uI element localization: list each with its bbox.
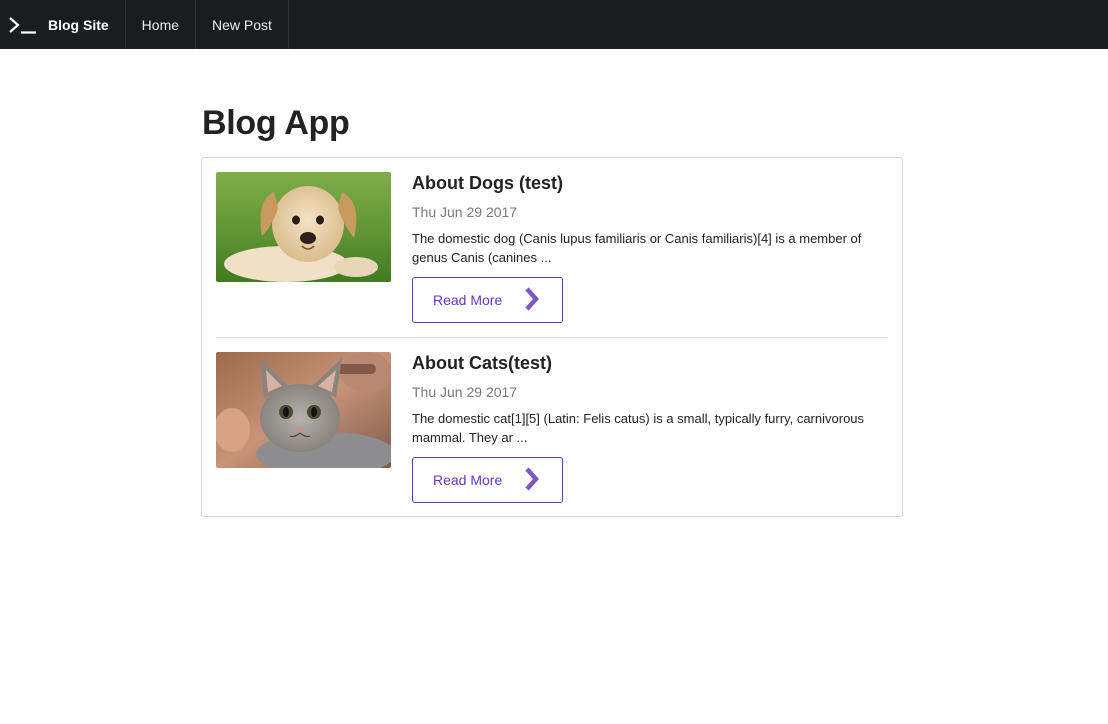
read-more-label: Read More [433,472,503,488]
brand-label: Blog Site [48,16,109,33]
post-list-card: About Dogs (test) Thu Jun 29 2017 The do… [201,157,903,517]
post-date: Thu Jun 29 2017 [412,384,518,400]
post-title[interactable]: About Dogs (test) [412,173,890,194]
post-excerpt: The domestic cat[1][5] (Latin: Felis cat… [412,411,865,445]
chevron-right-icon [525,467,540,491]
post-thumbnail[interactable] [216,172,391,282]
post-divider [216,337,888,338]
nav-item-label: Home [141,16,180,33]
post-excerpt: The domestic dog (Canis lupus familiaris… [412,231,862,265]
page-title: Blog App [202,104,350,142]
nav-item-home[interactable]: Home [126,0,197,49]
post-content: About Dogs (test) Thu Jun 29 2017 The do… [412,172,890,323]
nav-item-label: New Post [212,16,272,33]
top-navbar: Blog Site Home New Post [0,0,1108,49]
brand-link[interactable]: Blog Site [0,0,126,49]
nav-item-new-post[interactable]: New Post [196,0,289,49]
terminal-prompt-icon [9,16,36,34]
kitten-photo [216,352,391,468]
post-date: Thu Jun 29 2017 [412,204,518,220]
post-title[interactable]: About Cats(test) [412,353,890,374]
chevron-right-icon [525,287,540,311]
puppy-photo [216,172,391,282]
read-more-button[interactable]: Read More [412,277,563,323]
post-thumbnail[interactable] [216,352,391,468]
read-more-label: Read More [433,292,503,308]
post-content: About Cats(test) Thu Jun 29 2017 The dom… [412,352,890,503]
read-more-button[interactable]: Read More [412,457,563,503]
